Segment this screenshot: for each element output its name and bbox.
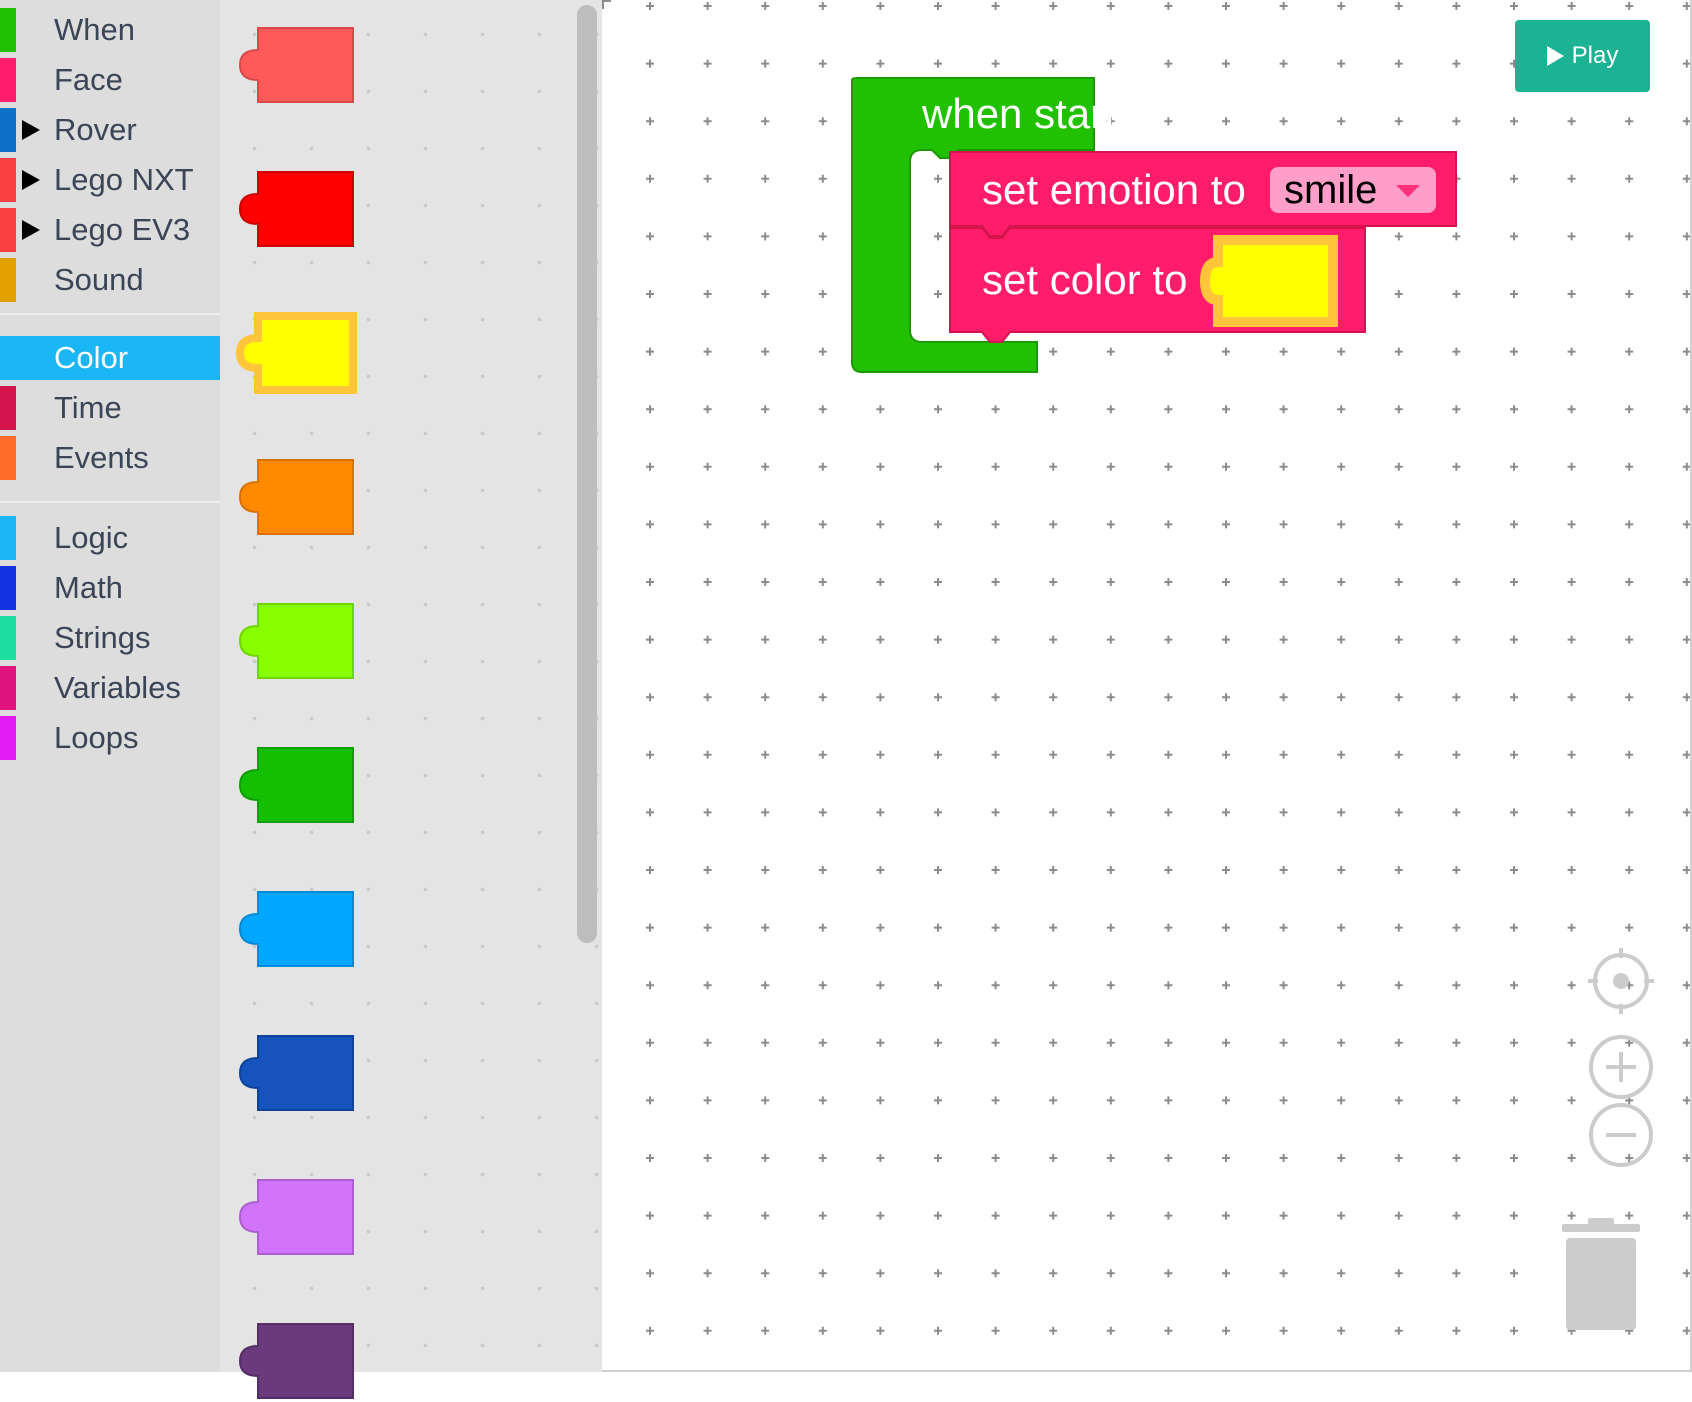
category-strings[interactable]: Strings [0, 616, 220, 660]
chevron-down-icon [1396, 185, 1420, 197]
toolbox-separator [0, 313, 220, 315]
color-block-purple[interactable] [232, 1320, 357, 1402]
color-block-orange[interactable] [232, 456, 357, 538]
category-color-swatch [0, 566, 16, 610]
zoom-in-icon[interactable] [1588, 1034, 1654, 1100]
set-color-label: set color to [982, 256, 1188, 303]
category-lego-ev3[interactable]: Lego EV3 [0, 208, 220, 252]
category-color-swatch [0, 516, 16, 560]
category-color-swatch [0, 58, 16, 102]
category-label: Variables [54, 670, 181, 705]
zoom-out-icon[interactable] [1588, 1102, 1654, 1168]
category-color-swatch [0, 258, 16, 302]
category-when[interactable]: When [0, 8, 220, 52]
category-label: Sound [54, 262, 144, 297]
category-label: Rover [54, 112, 137, 147]
emotion-dropdown[interactable]: smile [1270, 167, 1436, 213]
when-start-label: when start [922, 90, 1116, 137]
category-label: Color [54, 340, 129, 375]
category-color-swatch [0, 666, 16, 710]
emotion-dropdown-value: smile [1284, 167, 1378, 212]
category-color-swatch [0, 716, 16, 760]
category-math[interactable]: Math [0, 566, 220, 610]
play-button[interactable]: Play [1515, 20, 1650, 92]
category-color-swatch [0, 616, 16, 660]
category-color-swatch [0, 8, 16, 52]
color-block-dark-blue[interactable] [232, 1032, 357, 1114]
color-block-sky-blue[interactable] [232, 888, 357, 970]
category-logic[interactable]: Logic [0, 516, 220, 560]
category-label: Face [54, 62, 123, 97]
category-label: Events [54, 440, 149, 475]
toolbox-separator [0, 501, 220, 503]
category-label: When [54, 12, 135, 47]
color-block-red[interactable] [232, 168, 357, 250]
category-time[interactable]: Time [0, 386, 220, 430]
category-label: Lego NXT [54, 162, 194, 197]
category-color-swatch [0, 436, 16, 480]
category-color[interactable]: Color [0, 336, 220, 380]
trash-icon[interactable] [1556, 1218, 1646, 1332]
color-block-salmon[interactable] [232, 24, 357, 106]
category-color-swatch [0, 108, 16, 152]
category-lego-nxt[interactable]: Lego NXT [0, 158, 220, 202]
flyout-scrollbar[interactable] [577, 5, 597, 943]
category-label: Loops [54, 720, 139, 755]
category-label: Math [54, 570, 123, 605]
color-block-green[interactable] [232, 744, 357, 826]
chevron-right-icon[interactable] [22, 170, 40, 190]
chevron-right-icon[interactable] [22, 120, 40, 140]
category-loops[interactable]: Loops [0, 716, 220, 760]
category-toolbox: When Face Rover Lego NXT Lego EV3 Sound Color T… [0, 0, 220, 1372]
color-block-violet[interactable] [232, 1176, 357, 1258]
set-emotion-label: set emotion to [982, 166, 1246, 213]
crosshair-icon[interactable] [1588, 948, 1654, 1014]
category-label: Strings [54, 620, 151, 655]
category-sound[interactable]: Sound [0, 258, 220, 302]
category-label: Lego EV3 [54, 212, 191, 247]
category-label: Time [54, 390, 122, 425]
chevron-right-icon[interactable] [22, 220, 40, 240]
play-button-label: Play [1571, 42, 1619, 69]
category-rover[interactable]: Rover [0, 108, 220, 152]
category-label: Logic [54, 520, 129, 555]
category-color-swatch [0, 208, 16, 252]
category-color-swatch [0, 158, 16, 202]
category-color-swatch [0, 386, 16, 430]
category-face[interactable]: Face [0, 58, 220, 102]
category-variables[interactable]: Variables [0, 666, 220, 710]
category-events[interactable]: Events [0, 436, 220, 480]
color-block-lime[interactable] [232, 600, 357, 682]
color-block-yellow[interactable] [232, 312, 357, 394]
play-icon [1546, 46, 1564, 66]
